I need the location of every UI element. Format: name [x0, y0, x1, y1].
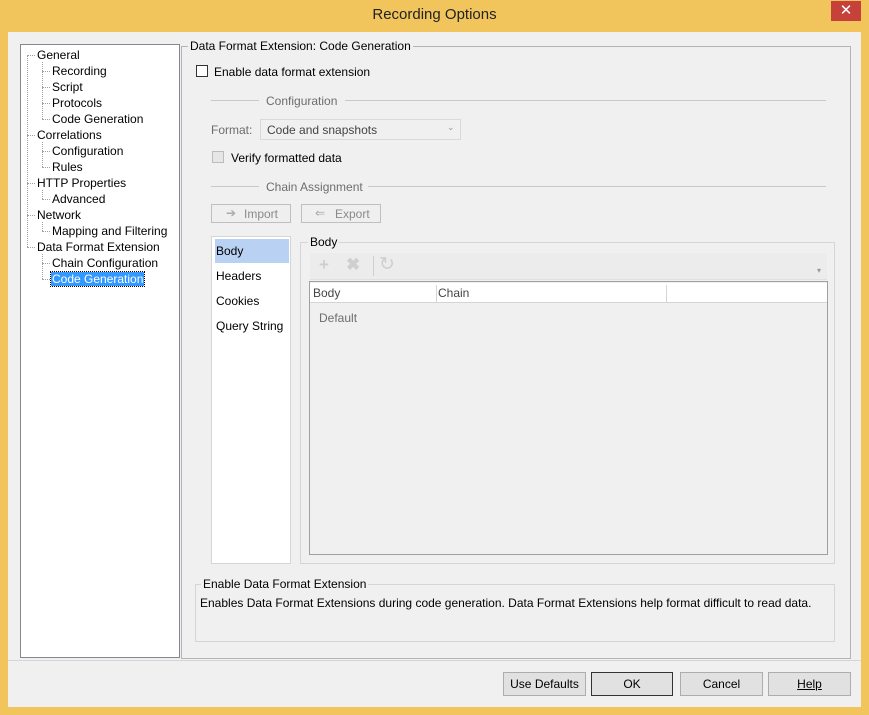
tree-item[interactable]: Rules	[52, 160, 83, 174]
delete-icon[interactable]: ✖	[346, 255, 360, 275]
tree-item[interactable]: Advanced	[52, 192, 105, 206]
category-headers[interactable]: Headers	[215, 264, 289, 288]
chain-separator-right	[368, 186, 826, 187]
export-arrow-icon: ⇐	[315, 206, 326, 220]
tree-connector	[42, 167, 50, 168]
tree-item[interactable]: Protocols	[52, 96, 102, 110]
body-group-title: Body	[308, 235, 340, 249]
close-button[interactable]: ✕	[831, 1, 861, 21]
tree-connector	[42, 103, 50, 104]
tree-connector	[27, 183, 35, 184]
export-label: Export	[335, 207, 370, 221]
tree-item[interactable]: Correlations	[37, 128, 102, 142]
verify-label[interactable]: Verify formatted data	[231, 151, 342, 165]
tree-connector	[27, 55, 35, 56]
description-box	[195, 584, 835, 642]
tree-connector	[27, 247, 35, 248]
grid-header: Body Chain	[310, 283, 827, 303]
tree-connector	[42, 190, 43, 199]
toolbar-divider	[373, 256, 374, 276]
category-cookies[interactable]: Cookies	[215, 289, 289, 313]
column-header-body[interactable]: Body	[313, 286, 340, 300]
ok-label: OK	[623, 677, 641, 691]
format-label: Format:	[211, 123, 253, 137]
tree-connector	[27, 215, 35, 216]
config-separator-right	[345, 100, 826, 101]
tree-item[interactable]: Mapping and Filtering	[52, 224, 167, 238]
verify-checkbox[interactable]	[212, 151, 224, 163]
tree-item[interactable]: HTTP Properties	[37, 176, 126, 190]
tree-connector	[42, 279, 50, 280]
import-arrow-icon: ➔	[226, 206, 237, 220]
category-body[interactable]: Body	[215, 239, 289, 263]
chain-assignment-heading: Chain Assignment	[266, 180, 363, 194]
tree-connector	[42, 62, 43, 119]
refresh-icon[interactable]: ↻	[379, 253, 395, 276]
format-select[interactable]: Code and snapshots ⌄	[260, 119, 461, 140]
tree-item[interactable]: General	[37, 48, 80, 62]
tree-item[interactable]: Code Generation	[52, 112, 143, 126]
help-label: Help	[797, 677, 822, 691]
enable-checkbox[interactable]	[196, 65, 208, 77]
description-title: Enable Data Format Extension	[201, 577, 369, 591]
tree-connector	[42, 199, 50, 200]
tree-item[interactable]: Script	[52, 80, 83, 94]
tree-connector	[42, 142, 43, 167]
footer-separator	[8, 660, 861, 661]
title-bar[interactable]: Recording Options ✕	[0, 0, 869, 32]
tree-connector	[27, 135, 35, 136]
column-divider	[666, 285, 667, 302]
group-title: Data Format Extension: Code Generation	[188, 39, 413, 53]
configuration-heading: Configuration	[266, 94, 338, 108]
close-icon: ✕	[839, 2, 853, 19]
import-button[interactable]: ➔ Import	[211, 204, 291, 223]
ok-button[interactable]: OK	[591, 672, 673, 696]
tree-item[interactable]: Network	[37, 208, 81, 222]
cancel-label: Cancel	[702, 677, 741, 691]
description-text: Enables Data Format Extensions during co…	[200, 596, 812, 610]
tree-item[interactable]: Configuration	[52, 144, 123, 158]
toolbar-overflow-icon[interactable]: ▾	[817, 266, 821, 275]
enable-label[interactable]: Enable data format extension	[214, 65, 370, 79]
help-button[interactable]: Help	[768, 672, 851, 696]
tree-item[interactable]: Code Generation	[49, 271, 146, 287]
tree-item[interactable]: Chain Configuration	[52, 256, 158, 270]
row-body-cell: Default	[319, 311, 358, 325]
table-row[interactable]: Default	[319, 311, 357, 325]
tree-connector	[42, 254, 43, 279]
tree-connector	[42, 151, 50, 152]
tree-item[interactable]: Data Format Extension	[37, 240, 160, 254]
tree-connector	[42, 119, 50, 120]
chain-separator-left	[211, 186, 259, 187]
category-query-string[interactable]: Query String	[215, 314, 289, 338]
use-defaults-button[interactable]: Use Defaults	[503, 672, 586, 696]
body-toolbar: + ✖ ↻ ▾	[310, 253, 827, 280]
cancel-button[interactable]: Cancel	[680, 672, 763, 696]
use-defaults-label: Use Defaults	[510, 677, 579, 691]
tree-connector	[42, 222, 43, 231]
tree-item[interactable]: Recording	[52, 64, 107, 78]
tree-connector	[27, 55, 28, 247]
format-value: Code and snapshots	[267, 123, 378, 137]
tree-connector	[42, 263, 50, 264]
tree-connector	[42, 87, 50, 88]
export-button[interactable]: ⇐ Export	[301, 204, 381, 223]
add-icon[interactable]: +	[319, 255, 329, 275]
import-label: Import	[244, 207, 279, 221]
column-header-chain[interactable]: Chain	[438, 286, 469, 300]
tree-connector	[42, 71, 50, 72]
window-title: Recording Options	[372, 6, 497, 23]
column-divider	[436, 285, 437, 302]
category-list[interactable]: Body Headers Cookies Query String	[211, 236, 291, 564]
config-separator-left	[211, 100, 259, 101]
chevron-down-icon: ⌄	[447, 122, 455, 132]
tree-connector	[42, 231, 50, 232]
chain-grid[interactable]	[309, 281, 828, 555]
